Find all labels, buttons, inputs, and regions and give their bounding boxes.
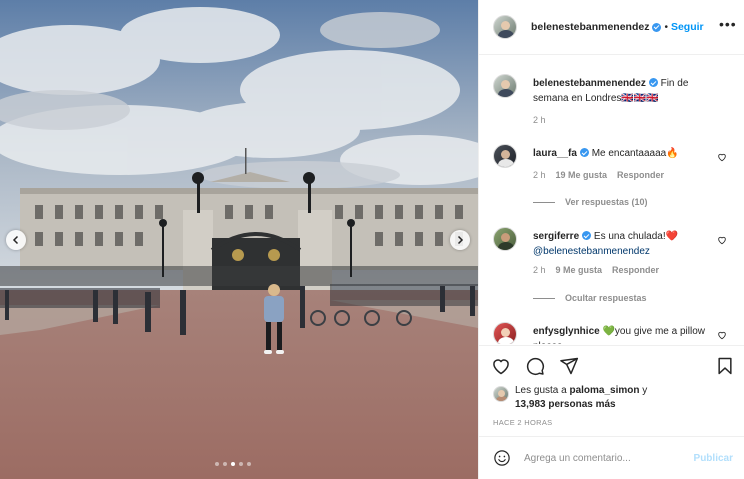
view-replies-toggle[interactable]: Ver respuestas (10) bbox=[533, 197, 648, 207]
comment-like-count[interactable]: 9 Me gusta bbox=[556, 265, 603, 275]
comment-icon[interactable] bbox=[525, 356, 545, 376]
comment-username[interactable]: enfysglynhice bbox=[533, 326, 600, 337]
verified-badge-icon bbox=[579, 148, 589, 157]
liker-avatar[interactable] bbox=[493, 386, 509, 402]
comment-text: sergiferre Es una chulada!❤️ @belenesteb… bbox=[533, 229, 713, 259]
comment-mention-link[interactable]: @belenestebanmenendez bbox=[533, 246, 650, 257]
reply-button[interactable]: Responder bbox=[612, 265, 659, 275]
commenter-avatar[interactable] bbox=[493, 144, 517, 168]
chevron-right-icon bbox=[457, 235, 464, 245]
caption-username[interactable]: belenestebanmenendez bbox=[533, 78, 646, 89]
hide-replies-label: Ocultar respuestas bbox=[565, 293, 647, 303]
comment-time[interactable]: 2 h bbox=[533, 265, 546, 275]
comment-input[interactable] bbox=[524, 452, 684, 464]
verified-badge-icon bbox=[652, 22, 662, 32]
likes-prefix: Les gusta a bbox=[515, 385, 570, 396]
comment-like-heart-icon[interactable] bbox=[717, 152, 727, 162]
bookmark-icon[interactable] bbox=[715, 356, 735, 376]
carousel-dot bbox=[247, 462, 251, 466]
carousel-dot bbox=[223, 462, 227, 466]
likes-summary: Les gusta a paloma_simon y 13,983 person… bbox=[493, 384, 733, 412]
verified-badge-icon bbox=[582, 231, 592, 240]
publish-button[interactable]: Publicar bbox=[694, 453, 733, 464]
comment-meta: 2 h 19 Me gusta Responder bbox=[533, 170, 664, 180]
caption-time[interactable]: 2 h bbox=[533, 115, 546, 125]
carousel-indicator bbox=[215, 462, 251, 466]
likes-count-link[interactable]: 13,983 personas más bbox=[515, 398, 733, 412]
follow-button[interactable]: Seguir bbox=[671, 21, 704, 33]
comment-like-count[interactable]: 19 Me gusta bbox=[556, 170, 608, 180]
separator-dot: • bbox=[664, 21, 668, 33]
comment-meta: 2 h 9 Me gusta Responder bbox=[533, 265, 659, 275]
post-side-panel: belenestebanmenendez • Seguir ••• belene… bbox=[478, 0, 744, 479]
commenter-avatar[interactable] bbox=[493, 227, 517, 251]
post-header: belenestebanmenendez • Seguir ••• bbox=[479, 0, 744, 55]
hide-replies-toggle[interactable]: Ocultar respuestas bbox=[533, 293, 647, 303]
next-slide-button[interactable] bbox=[450, 230, 470, 250]
comment-text: enfysglynhice 💚you give me a pillow plea… bbox=[533, 324, 713, 344]
more-horizontal-icon[interactable]: ••• bbox=[719, 17, 736, 34]
buckingham-palace-photo bbox=[0, 0, 478, 479]
author-avatar[interactable] bbox=[493, 15, 517, 39]
share-icon[interactable] bbox=[559, 356, 579, 376]
post-timestamp[interactable]: HACE 2 HORAS bbox=[493, 418, 552, 427]
chevron-left-icon bbox=[12, 235, 19, 245]
comment-body: Es una chulada!❤️ bbox=[593, 231, 679, 242]
comment-like-heart-icon[interactable] bbox=[717, 235, 727, 245]
comment-text: laura__fa Me encantaaaaa🔥 bbox=[533, 146, 713, 161]
reply-button[interactable]: Responder bbox=[617, 170, 664, 180]
commenter-avatar[interactable] bbox=[493, 322, 517, 344]
post-actions: Les gusta a paloma_simon y 13,983 person… bbox=[479, 345, 744, 435]
action-icons-group bbox=[491, 356, 579, 376]
post-photo[interactable] bbox=[0, 0, 478, 479]
caption-meta: 2 h bbox=[533, 115, 546, 125]
carousel-dot bbox=[215, 462, 219, 466]
verified-badge-icon bbox=[648, 78, 658, 87]
author-username[interactable]: belenestebanmenendez bbox=[531, 21, 649, 33]
likes-line: Les gusta a paloma_simon y bbox=[515, 385, 647, 396]
carousel-dot bbox=[239, 462, 243, 466]
previous-slide-button[interactable] bbox=[6, 230, 26, 250]
view-replies-label: Ver respuestas (10) bbox=[565, 197, 648, 207]
liker-username[interactable]: paloma_simon bbox=[569, 385, 639, 396]
comment-like-heart-icon[interactable] bbox=[717, 330, 727, 340]
comment-time[interactable]: 2 h bbox=[533, 170, 546, 180]
carousel-dot-active bbox=[231, 462, 235, 466]
comment-body: Me encantaaaaa🔥 bbox=[591, 148, 679, 159]
comments-list[interactable]: belenestebanmenendez Fin de semana en Lo… bbox=[479, 56, 744, 344]
comment-username[interactable]: sergiferre bbox=[533, 231, 579, 242]
comment-username[interactable]: laura__fa bbox=[533, 148, 577, 159]
caption-text: belenestebanmenendez Fin de semana en Lo… bbox=[533, 76, 713, 106]
likes-suffix: y bbox=[639, 385, 648, 396]
emoji-icon[interactable] bbox=[493, 449, 511, 467]
author-avatar[interactable] bbox=[493, 74, 517, 98]
add-comment-bar: Publicar bbox=[479, 436, 744, 479]
heart-icon[interactable] bbox=[491, 356, 511, 376]
